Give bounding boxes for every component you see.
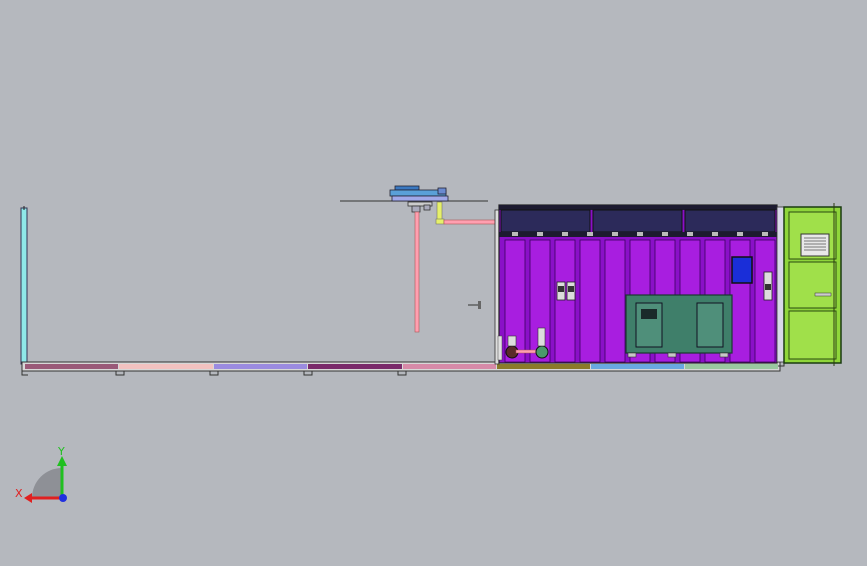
panel-bracket [562, 232, 568, 236]
equipment-cabinet [494, 204, 778, 365]
vent-louver [800, 233, 830, 257]
panel-bracket [612, 232, 618, 236]
base-segment-5 [403, 364, 496, 369]
x-axis-label: X [15, 487, 23, 500]
display-screen [731, 256, 753, 284]
door-handle[interactable] [814, 292, 832, 297]
cabinet-panel [579, 239, 601, 363]
cabinet-door[interactable] [776, 203, 842, 366]
base-segment-3 [214, 364, 307, 369]
base-segment-6 [497, 364, 590, 369]
base-segment-7 [591, 364, 684, 369]
top-panel-2 [592, 209, 683, 233]
panel-bracket [737, 232, 743, 236]
pink-horizontal-pipe [443, 219, 499, 225]
panel-bracket [662, 232, 668, 236]
cabinet-panel [604, 239, 626, 363]
cad-viewport[interactable]: Y X [0, 0, 867, 562]
pink-vertical-pipe [414, 211, 420, 333]
y-axis-label: Y [57, 445, 65, 458]
yellow-pipe [436, 201, 443, 221]
side-elevation-drawing: Y X [15, 185, 842, 503]
base-segment-2 [119, 364, 213, 369]
panel-bracket [537, 232, 543, 236]
panel-bracket [637, 232, 643, 236]
cabinet-panel [754, 239, 776, 363]
roof-unit-assembly [340, 185, 499, 333]
top-panel-3 [684, 209, 776, 233]
left-end-post [20, 206, 28, 365]
base-segment-1 [25, 364, 118, 369]
panel-bracket [762, 232, 768, 236]
z-axis-dot [59, 494, 67, 502]
panel-bracket [512, 232, 518, 236]
panel-bracket [587, 232, 593, 236]
wall-bracket [468, 301, 481, 309]
panel-bracket [712, 232, 718, 236]
base-rail [21, 361, 785, 376]
top-panel-1 [500, 209, 591, 233]
equipment-unit [625, 294, 733, 358]
axis-triad: Y X [15, 445, 67, 503]
control-panel-right [763, 271, 773, 301]
cabinet-panel [554, 239, 576, 363]
base-segment-8 [685, 364, 778, 369]
panel-bracket [687, 232, 693, 236]
base-segment-4 [308, 364, 402, 369]
